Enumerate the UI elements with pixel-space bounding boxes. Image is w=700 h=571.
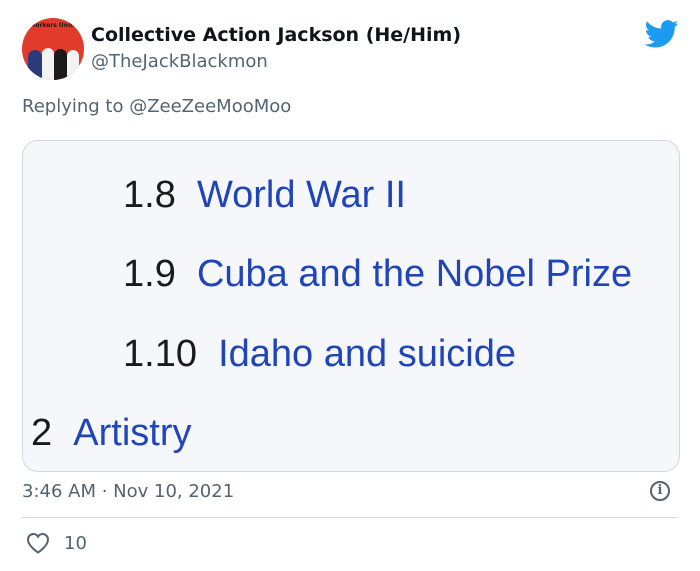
- toc-number: 1.9: [123, 253, 176, 295]
- info-icon[interactable]: i: [650, 481, 670, 501]
- avatar-figure: [54, 49, 67, 80]
- replying-to: Replying to @ZeeZeeMooMoo: [22, 96, 291, 117]
- toc-entry: 2 Artistry: [31, 414, 191, 452]
- toc-number: 1.10: [123, 333, 197, 375]
- tweet-timestamp[interactable]: 3:46 AM · Nov 10, 2021: [22, 481, 234, 502]
- toc-title: Idaho and suicide: [218, 333, 516, 375]
- toc-number: 1.8: [123, 174, 176, 216]
- toc-title: Artistry: [73, 412, 192, 454]
- toc-title: Cuba and the Nobel Prize: [196, 253, 633, 295]
- toc-entry: 1.9 Cuba and the Nobel Prize: [123, 255, 632, 293]
- twitter-bird-icon[interactable]: [645, 20, 679, 48]
- display-name[interactable]: Collective Action Jackson (He/Him): [91, 24, 461, 46]
- avatar-banner-text: Workers Unite: [28, 22, 78, 29]
- toc-entry: 1.10 Idaho and suicide: [123, 335, 516, 373]
- avatar-figure: [42, 48, 54, 80]
- like-count: 10: [64, 533, 87, 554]
- avatar-figure: [67, 50, 79, 80]
- replying-prefix: Replying to: [22, 96, 130, 117]
- toc-title: World War II: [196, 174, 406, 216]
- tweet-media-image[interactable]: 1.8 World War II 1.9 Cuba and the Nobel …: [22, 140, 680, 472]
- heart-icon[interactable]: [26, 532, 50, 554]
- user-handle[interactable]: @TheJackBlackmon: [91, 51, 268, 72]
- avatar-figure: [28, 50, 42, 80]
- avatar[interactable]: Workers Unite: [22, 18, 84, 80]
- toc-number: 2: [31, 412, 53, 454]
- toc-entry: 1.8 World War II: [123, 176, 406, 214]
- reply-mention-link[interactable]: @ZeeZeeMooMoo: [129, 96, 291, 117]
- divider: [22, 517, 678, 518]
